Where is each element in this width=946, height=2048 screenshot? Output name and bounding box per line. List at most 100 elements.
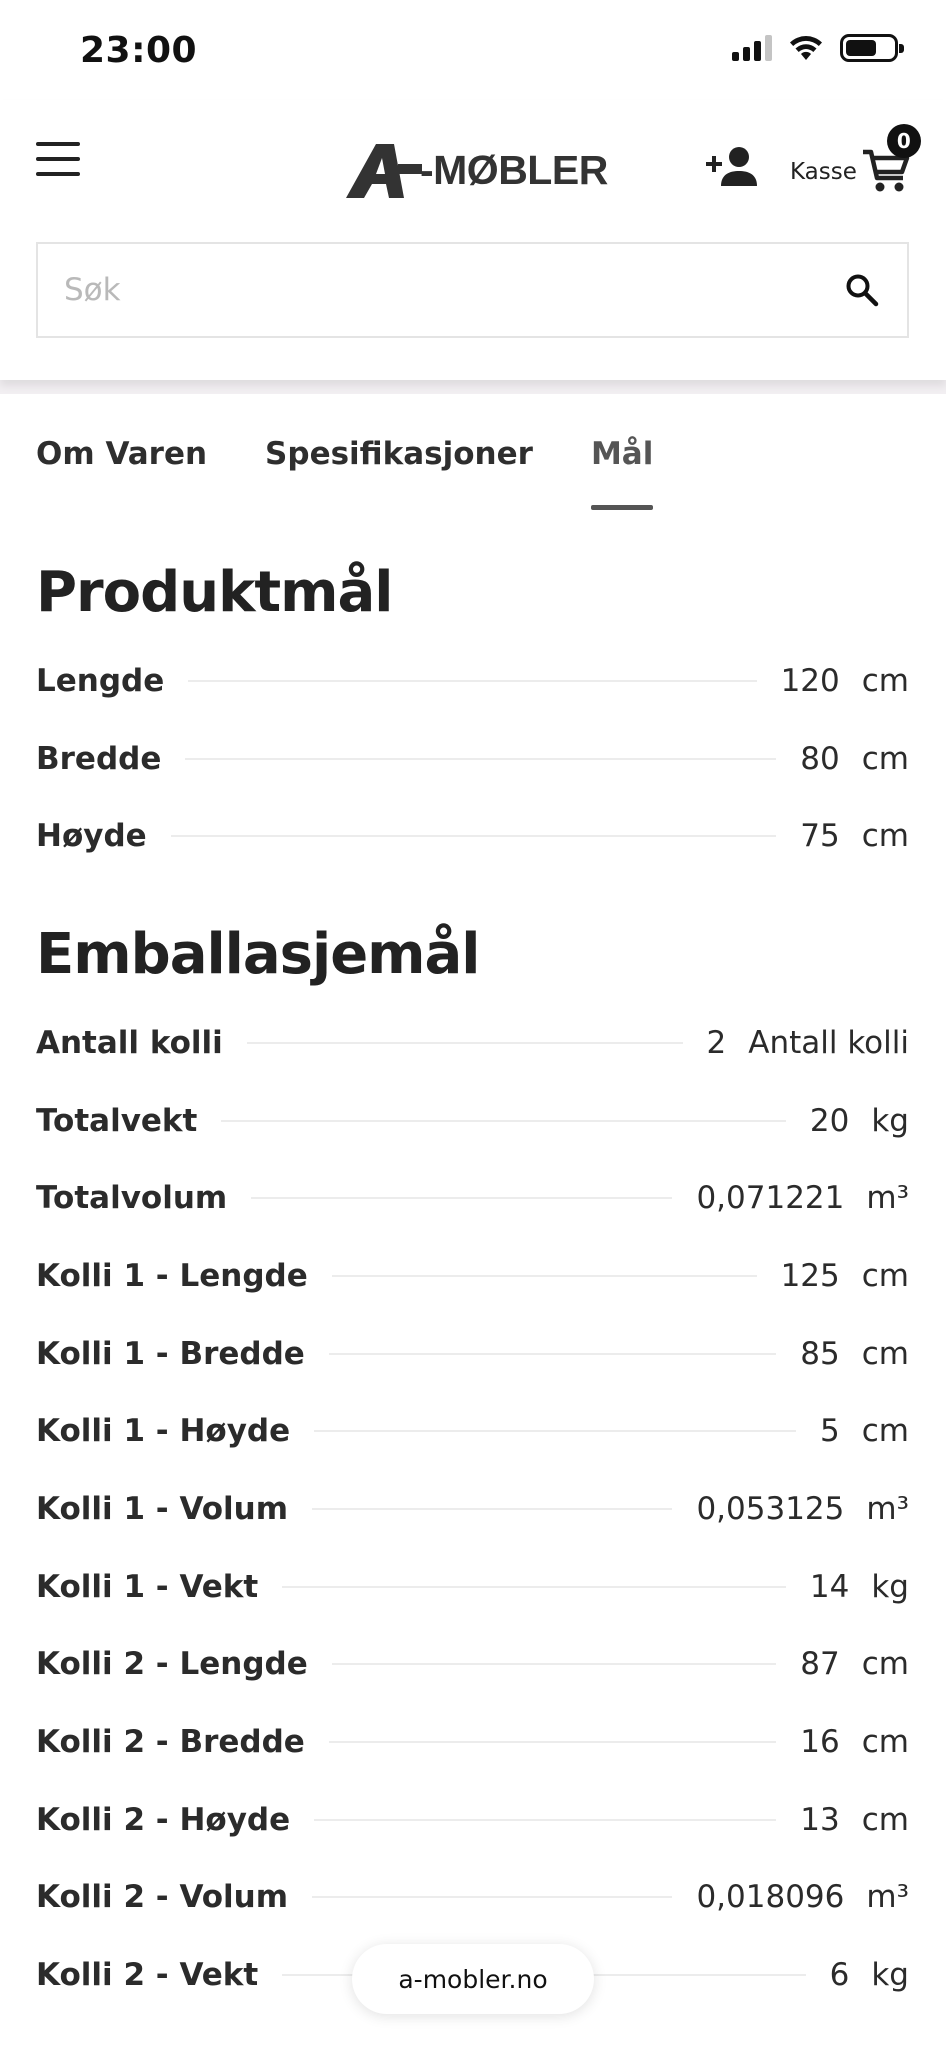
spec-leader-line	[312, 1896, 673, 1899]
spec-leader-line	[331, 1274, 757, 1277]
spec-unit: cm	[861, 1801, 909, 1838]
spec-value: 0,018096	[696, 1879, 845, 1916]
spec-label: Antall kolli	[36, 1024, 223, 1061]
spec-label: Kolli 2 - Bredde	[36, 1724, 305, 1761]
spec-row: Kolli 1 - Bredde 85 cm	[36, 1315, 909, 1393]
spec-label: Totalvekt	[36, 1102, 198, 1139]
site-header: -MØBLER Kasse 0	[0, 100, 946, 380]
spec-unit: m³	[866, 1879, 909, 1916]
spec-leader-line	[185, 757, 777, 760]
spec-row: Lengde 120 cm	[36, 642, 909, 720]
cart-wrap: 0	[861, 124, 921, 198]
spec-value: 75	[800, 818, 840, 855]
spec-value: 80	[800, 740, 840, 777]
spec-unit: m³	[866, 1180, 909, 1217]
spec-value: 16	[800, 1724, 840, 1761]
spec-value: 125	[780, 1257, 840, 1294]
spec-value: 20	[809, 1102, 850, 1139]
spec-leader-line	[314, 1818, 777, 1821]
kasse-label: Kasse	[790, 159, 857, 185]
battery-icon	[840, 34, 904, 62]
menu-icon-bar	[36, 142, 80, 146]
add-user-icon	[706, 147, 757, 186]
spec-unit: cm	[861, 1413, 909, 1450]
spec-label: Totalvolum	[36, 1180, 228, 1217]
spec-row: Kolli 1 - Volum 0,053125 m³	[36, 1470, 909, 1548]
header-separator	[0, 380, 946, 394]
spec-leader-line	[331, 1663, 777, 1666]
package-dimensions-list: Antall kolli 2 Antall kolli Totalvekt 20…	[36, 1004, 909, 2014]
logo-text: -MØBLER	[420, 146, 608, 193]
spec-leader-line	[312, 1507, 673, 1510]
spec-unit: cm	[861, 662, 909, 699]
spec-leader-line	[221, 1119, 786, 1122]
account-button[interactable]	[704, 144, 760, 194]
spec-label: Lengde	[36, 662, 165, 699]
spec-row: Kolli 1 - Høyde 5 cm	[36, 1392, 909, 1470]
spec-unit: cm	[861, 818, 909, 855]
spec-label: Bredde	[36, 740, 162, 777]
spec-unit: cm	[861, 1646, 909, 1683]
browser-url-pill[interactable]: a-mobler.no	[352, 1944, 594, 2014]
search-button[interactable]	[817, 244, 907, 336]
spec-value: 120	[780, 662, 840, 699]
spec-label: Kolli 1 - Høyde	[36, 1413, 291, 1450]
spec-value: 6	[829, 1957, 850, 1994]
search-box	[36, 242, 909, 338]
spec-unit: cm	[861, 740, 909, 777]
spec-label: Kolli 2 - Høyde	[36, 1801, 291, 1838]
spec-unit: cm	[861, 1257, 909, 1294]
wifi-icon	[790, 36, 822, 60]
spec-unit: kg	[871, 1568, 909, 1605]
spec-value: 2	[706, 1024, 727, 1061]
spec-unit: kg	[871, 1957, 909, 1994]
spec-value: 13	[800, 1801, 840, 1838]
spec-label: Kolli 2 - Volum	[36, 1879, 289, 1916]
tab-maal[interactable]: Mål	[590, 436, 654, 510]
package-dimensions-title: Emballasjemål	[36, 922, 481, 987]
menu-icon-bar	[36, 172, 80, 176]
spec-unit: m³	[866, 1490, 909, 1527]
status-time: 23:00	[80, 30, 198, 71]
spec-row: Høyde 75 cm	[36, 797, 909, 875]
spec-unit: cm	[861, 1335, 909, 1372]
spec-row: Kolli 1 - Vekt 14 kg	[36, 1548, 909, 1626]
cart-count-badge: 0	[886, 124, 921, 158]
spec-label: Høyde	[36, 818, 147, 855]
spec-row: Kolli 2 - Volum 0,018096 m³	[36, 1859, 909, 1937]
logo-a-mark-icon	[346, 144, 422, 198]
spec-row: Kolli 2 - Bredde 16 cm	[36, 1703, 909, 1781]
spec-label: Kolli 1 - Vekt	[36, 1568, 259, 1605]
spec-leader-line	[314, 1430, 797, 1433]
checkout-cart-button[interactable]: Kasse 0	[790, 124, 921, 198]
status-bar: 23:00	[0, 0, 946, 100]
product-tabs: Om Varen Spesifikasjoner Mål	[36, 436, 711, 510]
tab-spesifikasjoner[interactable]: Spesifikasjoner	[265, 436, 533, 510]
spec-label: Kolli 1 - Volum	[36, 1490, 289, 1527]
spec-value: 5	[820, 1413, 840, 1450]
spec-value: 0,053125	[696, 1490, 845, 1527]
spec-value: 85	[800, 1335, 840, 1372]
spec-value: 0,071221	[696, 1180, 845, 1217]
spec-leader-line	[251, 1197, 673, 1200]
spec-leader-line	[170, 835, 777, 838]
tab-om-varen[interactable]: Om Varen	[36, 436, 207, 510]
spec-unit: Antall kolli	[748, 1024, 909, 1061]
spec-label: Kolli 2 - Vekt	[36, 1957, 259, 1994]
cellular-signal-icon	[732, 35, 772, 61]
spec-leader-line	[188, 679, 757, 682]
site-logo[interactable]: -MØBLER	[346, 142, 608, 198]
search-input[interactable]	[38, 244, 817, 336]
spec-row: Totalvekt 20 kg	[36, 1082, 909, 1160]
spec-label: Kolli 1 - Lengde	[36, 1257, 308, 1294]
spec-leader-line	[328, 1741, 777, 1744]
spec-leader-line	[246, 1041, 683, 1044]
spec-value: 87	[800, 1646, 840, 1683]
spec-unit: kg	[871, 1102, 909, 1139]
menu-icon-bar	[36, 157, 80, 161]
spec-unit: cm	[861, 1724, 909, 1761]
spec-label: Kolli 1 - Bredde	[36, 1335, 305, 1372]
hamburger-menu-button[interactable]	[36, 142, 80, 176]
spec-leader-line	[282, 1585, 786, 1588]
spec-row: Kolli 1 - Lengde 125 cm	[36, 1237, 909, 1315]
